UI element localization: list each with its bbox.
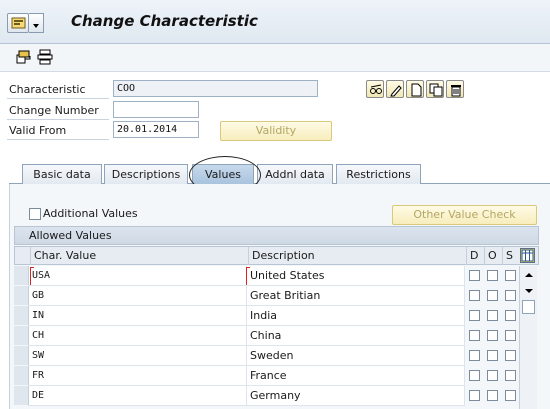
- d-checkbox[interactable]: [469, 310, 480, 321]
- application-toolbar: [0, 44, 550, 72]
- valid-from-field[interactable]: 20.01.2014: [113, 121, 199, 138]
- column-s[interactable]: S: [502, 247, 520, 265]
- scroll-thumb[interactable]: [522, 300, 535, 314]
- characteristic-label: Characteristic: [9, 83, 86, 96]
- copy-button[interactable]: [426, 80, 444, 98]
- d-checkbox[interactable]: [469, 370, 480, 381]
- char-value-cell[interactable]: IN: [29, 306, 247, 326]
- additional-values-checkbox[interactable]: [29, 208, 41, 220]
- s-checkbox[interactable]: [505, 290, 516, 301]
- glasses-pencil-icon: [370, 84, 382, 94]
- tab-addnl-data[interactable]: Addnl data: [257, 164, 333, 184]
- table-header: Char. Value Description D O S: [14, 246, 539, 265]
- char-value-cell[interactable]: CH: [29, 326, 247, 346]
- edit-cursor-marker: [246, 267, 250, 285]
- menu-icon: [11, 17, 26, 29]
- additional-values-label: Additional Values: [43, 207, 138, 220]
- s-checkbox[interactable]: [505, 350, 516, 361]
- s-checkbox[interactable]: [505, 270, 516, 281]
- tab-basic-data[interactable]: Basic data: [22, 164, 102, 184]
- description-cell[interactable]: China: [247, 326, 465, 346]
- char-value-cell[interactable]: GB: [29, 286, 247, 306]
- copy-icon: [429, 83, 443, 97]
- table-row[interactable]: DE Germany: [14, 386, 539, 406]
- table-row[interactable]: CH China: [14, 326, 539, 346]
- description-cell[interactable]: United States: [247, 266, 465, 286]
- row-selector[interactable]: [14, 386, 29, 406]
- o-checkbox[interactable]: [487, 290, 498, 301]
- column-description[interactable]: Description: [248, 247, 466, 265]
- d-checkbox[interactable]: [469, 270, 480, 281]
- row-selector[interactable]: [14, 326, 29, 346]
- char-value-cell[interactable]: DE: [29, 386, 247, 406]
- edit-button[interactable]: [386, 80, 404, 98]
- description-cell[interactable]: Great Britian: [247, 286, 465, 306]
- d-checkbox[interactable]: [469, 290, 480, 301]
- edit-cursor-marker: [30, 267, 34, 285]
- table-row[interactable]: SW Sweden: [14, 346, 539, 366]
- column-o[interactable]: O: [484, 247, 502, 265]
- scroll-down-icon[interactable]: [522, 284, 536, 298]
- d-checkbox[interactable]: [469, 390, 480, 401]
- scroll-up-icon[interactable]: [522, 268, 536, 282]
- row-selector[interactable]: [14, 346, 29, 366]
- vertical-scrollbar[interactable]: [519, 266, 537, 409]
- tab-restrictions[interactable]: Restrictions: [336, 164, 421, 184]
- row-selector[interactable]: [14, 286, 29, 306]
- divider: [7, 139, 109, 140]
- display-change-button[interactable]: [366, 80, 384, 98]
- new-document-icon: [411, 83, 422, 97]
- other-characteristic-icon[interactable]: [16, 49, 32, 65]
- o-checkbox[interactable]: [487, 370, 498, 381]
- row-selector[interactable]: [14, 366, 29, 386]
- table-row[interactable]: IN India: [14, 306, 539, 326]
- change-number-label: Change Number: [9, 104, 99, 117]
- char-value-cell[interactable]: USA: [29, 266, 247, 286]
- description-cell[interactable]: Sweden: [247, 346, 465, 366]
- s-checkbox[interactable]: [505, 390, 516, 401]
- table-row[interactable]: FR France: [14, 366, 539, 386]
- row-selector[interactable]: [14, 266, 29, 286]
- table-settings-icon[interactable]: [520, 248, 535, 263]
- o-checkbox[interactable]: [487, 350, 498, 361]
- column-d[interactable]: D: [466, 247, 484, 265]
- table-row[interactable]: GB Great Britian: [14, 286, 539, 306]
- row-selector[interactable]: [14, 306, 29, 326]
- trash-icon: [451, 85, 461, 97]
- other-value-check-button[interactable]: Other Value Check: [392, 205, 537, 225]
- divider: [7, 98, 109, 99]
- d-checkbox[interactable]: [469, 330, 480, 341]
- window-title: Change Characteristic: [71, 12, 258, 30]
- description-cell[interactable]: India: [247, 306, 465, 326]
- o-checkbox[interactable]: [487, 390, 498, 401]
- d-checkbox[interactable]: [469, 350, 480, 361]
- create-button[interactable]: [406, 80, 424, 98]
- validity-button[interactable]: Validity: [220, 121, 332, 141]
- s-checkbox[interactable]: [505, 310, 516, 321]
- change-number-field[interactable]: [113, 101, 199, 118]
- o-checkbox[interactable]: [487, 270, 498, 281]
- s-checkbox[interactable]: [505, 330, 516, 341]
- o-checkbox[interactable]: [487, 310, 498, 321]
- column-char-value[interactable]: Char. Value: [30, 247, 248, 265]
- o-checkbox[interactable]: [487, 330, 498, 341]
- allowed-values-title: Allowed Values: [14, 226, 539, 245]
- description-cell[interactable]: France: [247, 366, 465, 386]
- table-row[interactable]: USA United States: [14, 266, 539, 286]
- divider: [7, 119, 109, 120]
- char-value-cell[interactable]: SW: [29, 346, 247, 366]
- valid-from-label: Valid From: [9, 124, 67, 137]
- class-hierarchy-icon[interactable]: [37, 49, 53, 65]
- system-menu-dropdown[interactable]: [29, 13, 44, 33]
- description-cell[interactable]: Germany: [247, 386, 465, 406]
- system-menu-button[interactable]: [7, 13, 29, 33]
- title-bar: Change Characteristic: [0, 0, 550, 44]
- tab-descriptions[interactable]: Descriptions: [104, 164, 188, 184]
- characteristic-field[interactable]: COO: [113, 80, 318, 97]
- pencil-icon: [390, 85, 402, 97]
- delete-button[interactable]: [446, 80, 464, 98]
- char-value-cell[interactable]: FR: [29, 366, 247, 386]
- s-checkbox[interactable]: [505, 370, 516, 381]
